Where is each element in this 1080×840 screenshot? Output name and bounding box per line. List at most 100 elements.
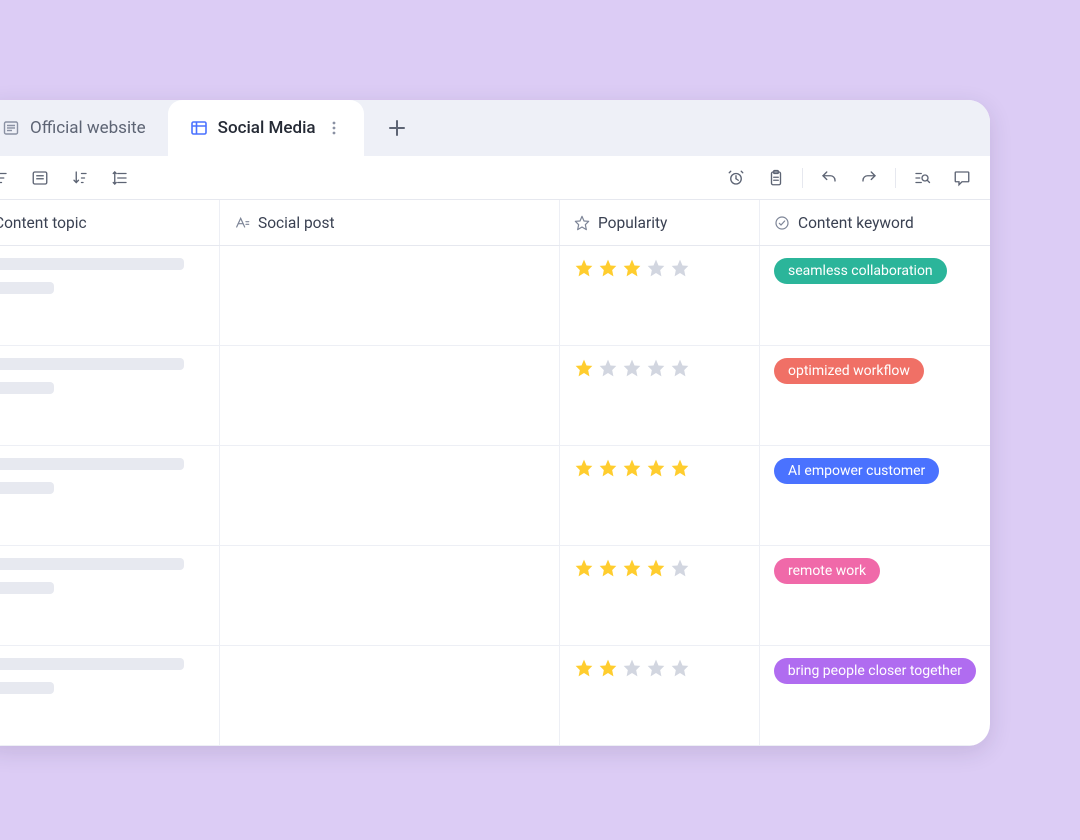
tab-social-media[interactable]: Social Media [168,100,364,156]
star-rating[interactable] [574,658,745,678]
star-empty-icon[interactable] [622,658,642,678]
cell-content-topic[interactable] [0,346,220,445]
star-filled-icon[interactable] [598,558,618,578]
column-label: Popularity [598,214,667,232]
cell-popularity[interactable] [560,446,760,545]
table-row[interactable]: optimized workflow [0,346,990,446]
star-filled-icon[interactable] [574,258,594,278]
cell-social-post[interactable] [220,246,560,345]
tab-label: Social Media [218,118,316,138]
cell-content-topic[interactable] [0,246,220,345]
star-empty-icon[interactable] [646,258,666,278]
column-header-popularity[interactable]: Popularity [560,200,760,245]
star-filled-icon[interactable] [574,558,594,578]
comments-button[interactable] [942,158,982,198]
row-height-button[interactable] [100,158,140,198]
skeleton-line [0,258,184,270]
app-window: Official website Social Media [0,100,990,746]
reminder-button[interactable] [716,158,756,198]
column-label: Content topic [0,214,87,232]
skeleton-line [0,558,184,570]
star-filled-icon[interactable] [574,658,594,678]
star-rating[interactable] [574,558,745,578]
tab-strip: Official website Social Media [0,100,990,156]
cell-content-topic[interactable] [0,546,220,645]
star-rating[interactable] [574,358,745,378]
tab-menu-icon[interactable] [326,116,342,140]
cell-social-post[interactable] [220,446,560,545]
skeleton-line [0,658,184,670]
star-filled-icon[interactable] [646,458,666,478]
column-header-social-post[interactable]: Social post [220,200,560,245]
cell-popularity[interactable] [560,346,760,445]
toolbar-separator [895,168,896,188]
keyword-chip[interactable]: bring people closer together [774,658,976,684]
table-row[interactable]: remote work [0,546,990,646]
star-empty-icon[interactable] [670,258,690,278]
skeleton-line [0,358,184,370]
cell-social-post[interactable] [220,546,560,645]
skeleton-line [0,482,54,494]
column-header-content-keyword[interactable]: Content keyword [760,200,990,245]
star-empty-icon[interactable] [622,358,642,378]
undo-button[interactable] [809,158,849,198]
keyword-chip[interactable]: optimized workflow [774,358,924,384]
cell-content-keyword[interactable]: optimized workflow [760,346,990,445]
star-filled-icon[interactable] [598,258,618,278]
cell-popularity[interactable] [560,246,760,345]
star-filled-icon[interactable] [622,258,642,278]
keyword-chip[interactable]: remote work [774,558,880,584]
star-filled-icon[interactable] [646,558,666,578]
grid-icon [190,119,208,137]
cell-content-keyword[interactable]: remote work [760,546,990,645]
cell-popularity[interactable] [560,646,760,745]
star-empty-icon[interactable] [646,358,666,378]
cell-content-keyword[interactable]: AI empower customer [760,446,990,545]
star-filled-icon[interactable] [598,458,618,478]
toolbar [0,156,990,200]
table-row[interactable]: AI empower customer [0,446,990,546]
column-label: Social post [258,214,335,232]
star-filled-icon[interactable] [622,458,642,478]
keyword-chip[interactable]: seamless collaboration [774,258,947,284]
find-record-button[interactable] [902,158,942,198]
star-filled-icon[interactable] [598,658,618,678]
star-empty-icon[interactable] [670,558,690,578]
star-rating[interactable] [574,458,745,478]
table-body: seamless collaboration optimized workflow… [0,246,990,746]
star-empty-icon[interactable] [670,658,690,678]
table-row[interactable]: seamless collaboration [0,246,990,346]
star-filled-icon[interactable] [670,458,690,478]
star-empty-icon[interactable] [646,658,666,678]
tab-official-website[interactable]: Official website [0,100,168,156]
redo-button[interactable] [849,158,889,198]
table-row[interactable]: bring people closer together [0,646,990,746]
tab-label: Official website [30,118,146,138]
clipboard-button[interactable] [756,158,796,198]
cell-content-topic[interactable] [0,446,220,545]
star-filled-icon[interactable] [622,558,642,578]
card-view-button[interactable] [20,158,60,198]
cell-social-post[interactable] [220,646,560,745]
cell-content-topic[interactable] [0,646,220,745]
skeleton-line [0,382,54,394]
text-icon [234,215,250,231]
star-empty-icon[interactable] [670,358,690,378]
skeleton-line [0,458,184,470]
column-header-content-topic[interactable]: Content topic [0,200,220,245]
star-empty-icon[interactable] [598,358,618,378]
star-icon [574,215,590,231]
keyword-chip[interactable]: AI empower customer [774,458,939,484]
text-block-icon [2,119,20,137]
add-tab-button[interactable] [388,119,406,137]
star-rating[interactable] [574,258,745,278]
cell-popularity[interactable] [560,546,760,645]
check-circle-icon [774,215,790,231]
cell-social-post[interactable] [220,346,560,445]
star-filled-icon[interactable] [574,458,594,478]
star-filled-icon[interactable] [574,358,594,378]
cell-content-keyword[interactable]: seamless collaboration [760,246,990,345]
sort-button[interactable] [60,158,100,198]
filter-button[interactable] [0,158,20,198]
cell-content-keyword[interactable]: bring people closer together [760,646,990,745]
